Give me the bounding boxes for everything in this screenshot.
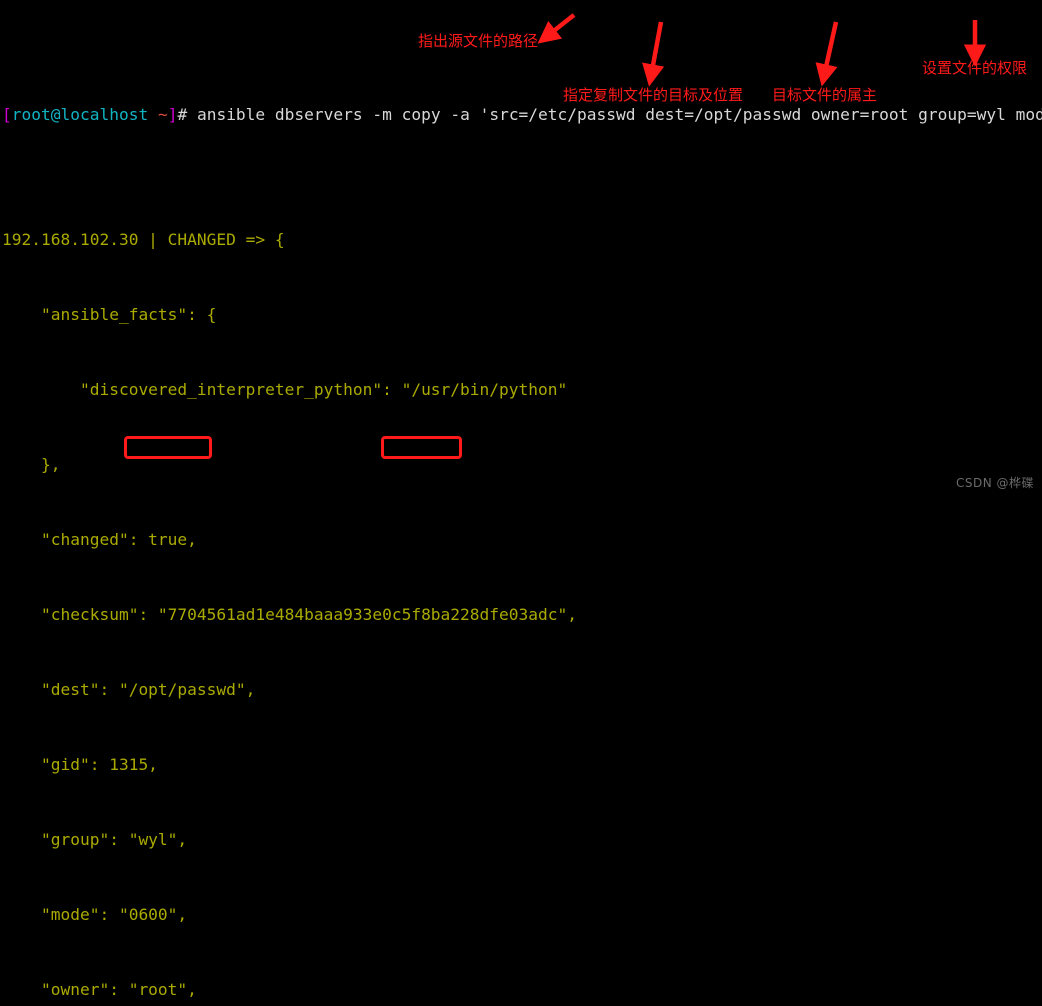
output-line: "ansible_facts": { xyxy=(2,305,217,324)
prompt-path: ~ xyxy=(148,105,168,124)
owner-group-highlight xyxy=(124,436,212,459)
annotation-dest-path: 指定复制文件的目标及位置 xyxy=(563,86,744,104)
output-line: "changed": true, xyxy=(2,530,197,549)
output-line: "checksum": "7704561ad1e484baaa933e0c5f8… xyxy=(2,605,577,624)
output-line: "group": "wyl", xyxy=(2,830,188,849)
output-line: "discovered_interpreter_python": "/usr/b… xyxy=(2,380,568,399)
terminal-output: [root@localhost ~]# ansible dbservers -m… xyxy=(0,0,1042,1006)
output-header-1: 192.168.102.30 | CHANGED => { xyxy=(2,230,285,249)
annotation-mode: 设置文件的权限 xyxy=(922,59,1028,77)
watermark: CSDN @桦碟 xyxy=(955,476,1034,490)
filename-highlight xyxy=(381,436,462,459)
prompt-hash: # xyxy=(177,105,197,124)
terminal-window[interactable]: [root@localhost ~]# ansible dbservers -m… xyxy=(0,0,1042,999)
prompt-line-1: [root@localhost ~]# ansible dbservers -m… xyxy=(2,102,1042,127)
output-line: "mode": "0600", xyxy=(2,905,188,924)
prompt-bracket-open: [ xyxy=(2,105,12,124)
prompt-user-host: root@localhost xyxy=(11,105,149,124)
annotation-src-path: 指出源文件的路径 xyxy=(418,32,539,50)
output-line: "dest": "/opt/passwd", xyxy=(2,680,256,699)
command-text-1: ansible dbservers -m copy -a 'src=/etc/p… xyxy=(196,105,1042,124)
prompt-bracket-close: ] xyxy=(167,105,178,124)
annotation-owner: 目标文件的属主 xyxy=(772,86,878,104)
output-line: "owner": "root", xyxy=(2,980,197,999)
output-line: "gid": 1315, xyxy=(2,755,158,774)
